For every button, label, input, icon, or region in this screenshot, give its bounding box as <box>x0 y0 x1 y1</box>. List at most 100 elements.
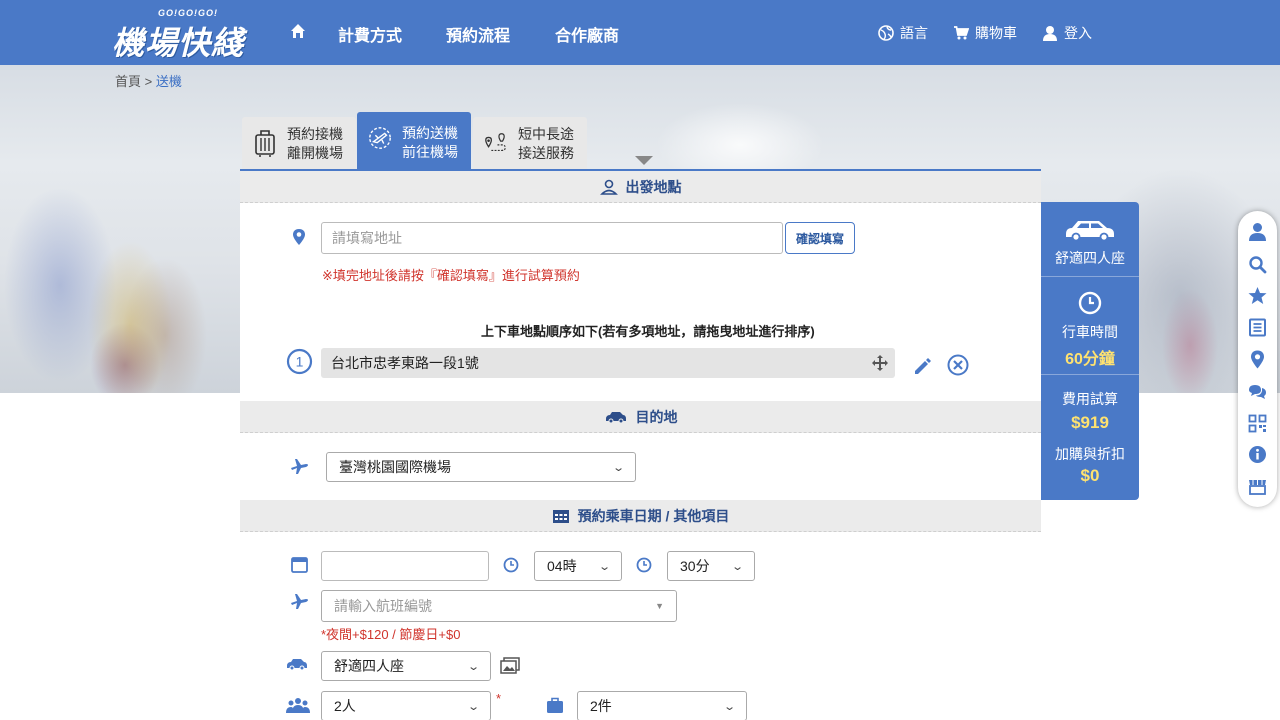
clock-icon <box>636 557 652 573</box>
confirm-address-button[interactable]: 確認填寫 <box>785 222 855 254</box>
tab-label-line1: 預約接機 <box>287 126 343 142</box>
car-type-value: 舒適四人座 <box>334 658 404 674</box>
chevron-down-icon: ⌄ <box>597 560 611 573</box>
login-label: 登入 <box>1064 25 1092 41</box>
luggage-select[interactable]: 2件 ⌄ <box>577 691 747 720</box>
car-icon <box>287 659 307 671</box>
airplane-icon <box>291 459 308 474</box>
breadcrumb: 首頁 > 送機 <box>115 71 182 90</box>
info-icon[interactable] <box>1248 445 1267 464</box>
stop-number-text: 1 <box>296 354 304 370</box>
nav-pricing[interactable]: 計費方式 <box>338 22 402 46</box>
passengers-select[interactable]: 2人 ⌄ <box>321 691 491 720</box>
top-navigation-bar: GO!GO!GO! 機場快綫 計費方式 預約流程 合作廠商 語言 購物車 登入 <box>0 0 1280 65</box>
edit-pencil-icon[interactable] <box>912 356 932 376</box>
tab-label-line1: 預約送機 <box>402 125 458 141</box>
caret-down-icon: ▼ <box>655 601 664 611</box>
cart-link[interactable]: 購物車 <box>953 23 1017 43</box>
site-logo[interactable]: GO!GO!GO! 機場快綫 <box>112 6 252 61</box>
minute-select[interactable]: 30分 ⌄ <box>667 551 755 581</box>
tab-label-line1: 短中長途 <box>518 126 574 142</box>
user-icon[interactable] <box>1248 222 1267 241</box>
extras-label: 加購與折扣 <box>1055 446 1125 462</box>
flight-number-placeholder: 請輸入航班編號 <box>334 598 432 614</box>
tab-long-distance-label: 短中長途 接送服務 <box>518 125 574 163</box>
flight-number-input[interactable]: 請輸入航班編號 ▼ <box>321 590 677 622</box>
car-type-select[interactable]: 舒適四人座 ⌄ <box>321 651 491 681</box>
fare-value: $919 <box>1071 413 1109 432</box>
passengers-value: 2人 <box>334 698 356 714</box>
tab-airport-pickup-label: 預約接機 離開機場 <box>287 125 343 163</box>
location-pin-icon[interactable] <box>1248 350 1267 369</box>
qr-code-icon[interactable] <box>1248 414 1267 433</box>
chevron-down-icon: ⌄ <box>466 700 480 713</box>
remove-circle-icon[interactable] <box>947 354 969 376</box>
hour-value: 04時 <box>547 558 577 574</box>
chevron-down-icon: ⌄ <box>466 660 480 673</box>
destination-airport-select[interactable]: 臺灣桃園國際機場 ⌄ <box>326 452 636 482</box>
breadcrumb-separator: > <box>144 74 153 89</box>
luggage-icon <box>255 130 275 157</box>
store-icon[interactable] <box>1248 477 1267 496</box>
tab-airport-dropoff[interactable]: 預約送機 前往機場 <box>357 112 471 169</box>
language-menu[interactable]: 語言 <box>878 23 928 43</box>
stop-list-item[interactable]: 台北市忠孝東路一段1號 <box>321 348 895 378</box>
cart-label: 購物車 <box>975 25 1017 41</box>
car-icon <box>605 411 626 423</box>
chevron-down-icon: ⌄ <box>730 560 744 573</box>
tab-label-line2: 接送服務 <box>518 145 574 161</box>
clock-icon <box>1078 291 1102 315</box>
extras-value: $0 <box>1080 466 1100 485</box>
calendar-icon <box>552 509 569 523</box>
travel-time-value: 60分鐘 <box>1065 351 1115 368</box>
surcharge-note: *夜間+$120 / 節慶日+$0 <box>321 627 461 642</box>
route-icon <box>485 133 506 152</box>
tab-airport-pickup[interactable]: 預約接機 離開機場 <box>242 117 356 169</box>
tab-label-line2: 離開機場 <box>287 145 343 161</box>
language-label: 語言 <box>900 25 928 41</box>
chat-icon[interactable] <box>1248 382 1267 401</box>
hour-select[interactable]: 04時 ⌄ <box>534 551 622 581</box>
summary-divider <box>1041 276 1139 277</box>
required-mark: * <box>496 691 502 706</box>
nav-partners[interactable]: 合作廠商 <box>555 22 619 46</box>
stop-number-icon: 1 <box>286 348 313 375</box>
globe-icon <box>878 25 894 41</box>
nav-booking-process[interactable]: 預約流程 <box>446 22 510 46</box>
tab-label-line2: 前往機場 <box>402 144 458 160</box>
logo-tagline: GO!GO!GO! <box>158 8 218 18</box>
tab-airport-dropoff-label: 預約送機 前往機場 <box>402 124 458 162</box>
date-input[interactable] <box>321 551 489 581</box>
floating-toolbar <box>1238 211 1277 507</box>
airplane-icon <box>291 594 308 609</box>
travel-time-label: 行車時間 <box>1062 324 1118 340</box>
user-icon <box>1043 26 1057 41</box>
stop-order-title: 上下車地點順序如下(若有多項地址，請拖曳地址進行排序) <box>481 324 815 339</box>
booking-section-header: 預約乘車日期 / 其他項目 <box>240 500 1041 532</box>
passengers-icon <box>286 698 310 713</box>
drag-move-icon[interactable] <box>871 354 889 372</box>
login-link[interactable]: 登入 <box>1042 23 1092 43</box>
search-icon[interactable] <box>1248 255 1267 274</box>
image-gallery-icon[interactable] <box>500 657 520 674</box>
home-icon[interactable] <box>290 23 306 39</box>
star-icon[interactable] <box>1248 286 1267 305</box>
address-input[interactable]: 請填寫地址 <box>321 222 783 254</box>
document-icon[interactable] <box>1248 318 1267 337</box>
summary-car-type: 舒適四人座 <box>1055 250 1125 266</box>
tab-long-distance[interactable]: 短中長途 接送服務 <box>473 117 587 169</box>
stop-address: 台北市忠孝東路一段1號 <box>331 355 479 371</box>
breadcrumb-home[interactable]: 首頁 <box>115 74 141 89</box>
chevron-down-icon: ⌄ <box>611 461 625 474</box>
tabs-more-arrow-icon[interactable] <box>635 156 653 165</box>
destination-airport-value: 臺灣桃園國際機場 <box>339 459 451 475</box>
calendar-icon <box>291 557 308 573</box>
airport-icon <box>369 127 391 149</box>
luggage-value: 2件 <box>590 698 612 714</box>
fare-summary-panel: 舒適四人座 行車時間 60分鐘 費用試算 $919 加購與折扣 $0 <box>1041 202 1139 500</box>
briefcase-icon <box>547 697 563 713</box>
breadcrumb-current: 送機 <box>155 74 182 89</box>
person-pin-icon <box>599 179 618 195</box>
clock-icon <box>503 557 519 573</box>
chevron-down-icon: ⌄ <box>722 700 736 713</box>
